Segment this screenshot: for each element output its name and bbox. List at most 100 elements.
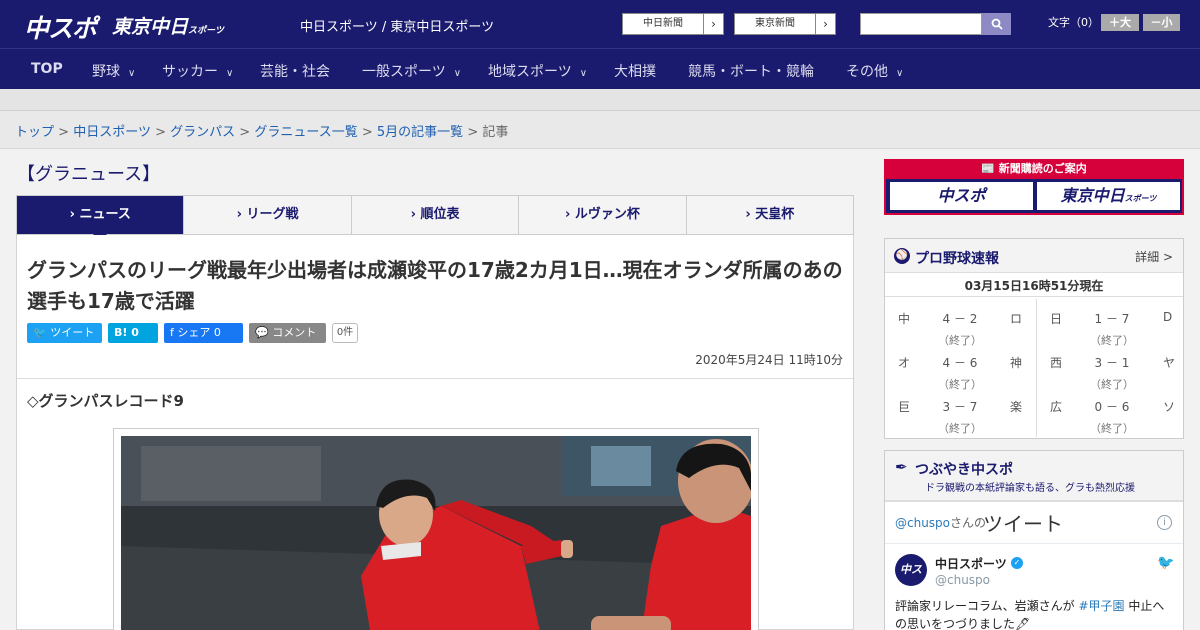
tokyo-shimbun-link[interactable]: 東京新聞 › [734,13,836,35]
home-team: 巨 [898,400,911,414]
breadcrumb-separator: > [239,125,251,140]
comment-icon: 💬 [255,326,273,339]
soccer-players-photo [121,436,751,630]
section-heading: 【グラニュース】 [17,164,161,185]
divider [885,543,1183,544]
breadcrumb-separator: > [467,125,479,140]
chevron-right-icon: › [815,14,835,34]
game-score[interactable]: 4 － 6 [925,354,995,371]
tokyo-chunichi-logo[interactable]: 東京中日スポーツ [112,12,224,39]
nav-item-top[interactable]: TOP [31,61,63,77]
breadcrumb-link[interactable]: 5月の記事一覧 [377,125,463,140]
tab-levain-cup[interactable]: › ルヴァン杯 [518,196,685,234]
chevron-down-icon: ∨ [579,68,588,79]
tweet-text: 評論家リレーコラム、岩瀬さんが #甲子園 中止への思いをつづりました🖋 [895,597,1175,630]
tweet-hashtag[interactable]: #甲子園 [1078,599,1124,613]
game-score[interactable]: 0 － 6 [1077,398,1147,415]
subscription-banner[interactable]: 📰 新聞購読のご案内 中スポ 東京中日スポーツ [884,159,1184,215]
game-score[interactable]: 3 － 1 [1077,354,1147,371]
breadcrumb-link[interactable]: 中日スポーツ [73,125,151,140]
nav-item-baseball[interactable]: 野球 ∨ [92,61,135,81]
subscription-heading: 📰 新聞購読のご案内 [886,159,1182,179]
breadcrumb-link[interactable]: グラニュース一覧 [254,125,357,140]
chevron-right-icon: › [703,14,723,34]
nav-label: 競馬・ボート・競輪 [688,64,814,80]
tokyo-chunichi-subscribe-logo[interactable]: 東京中日スポーツ [1037,182,1180,210]
twitter-handle[interactable]: @chuspoさんの [895,514,986,531]
avatar[interactable]: 中ス [895,554,927,586]
tab-chevron-icon: › [745,207,756,222]
tweet-account-handle[interactable]: @chuspo [935,573,990,587]
article-photo[interactable] [121,436,751,630]
twitter-widget: ✒ つぶやき中スポ ドラ観戦の本紙評論家も語る、グラも熱烈応援 @chuspoさ… [884,450,1184,630]
baseball-score-widget: ⚾ プロ野球速報 詳細 > 03月15日16時51分現在 中 4 － 2 ロ （… [884,238,1184,439]
nav-label: 野球 [92,64,120,80]
breadcrumb-link[interactable]: グランパス [170,125,235,140]
tab-emperors-cup[interactable]: › 天皇杯 [685,196,853,234]
game-status: （終了） [938,378,982,391]
nav-item-racing[interactable]: 競馬・ボート・競輪 [688,61,814,81]
share-label: シェア 0 [177,326,221,339]
nav-item-entertainment[interactable]: 芸能・社会 [260,61,330,81]
nav-label: 一般スポーツ [362,64,446,80]
share-label: ツイート [50,326,95,339]
comment-count: 0件 [332,323,358,343]
article-subhead: ◇グランパスレコード9 [27,392,184,410]
tab-label: ルヴァン杯 [574,207,640,222]
chuspo-subscribe-logo[interactable]: 中スポ [890,182,1033,210]
nav-item-sumo[interactable]: 大相撲 [614,61,656,81]
tab-league[interactable]: › リーグ戦 [183,196,350,234]
nav-item-general-sports[interactable]: 一般スポーツ ∨ [362,61,461,81]
game-score[interactable]: 1 － 7 [1077,310,1147,327]
tab-news[interactable]: › ニュース [17,196,184,241]
breadcrumb-separator: > [58,125,70,140]
hatena-bookmark-button[interactable]: B! 0 [108,323,158,343]
nav-item-soccer[interactable]: サッカー ∨ [162,61,233,81]
paper-link-label: 東京新聞 [755,18,795,29]
nav-item-local-sports[interactable]: 地域スポーツ ∨ [488,61,587,81]
game-score[interactable]: 4 － 2 [925,310,995,327]
facebook-share-button[interactable]: f シェア 0 [164,323,243,343]
tab-chevron-icon: › [410,207,421,222]
tab-label: ニュース [79,207,131,222]
subscribe-logo-text: 東京中日 [1060,186,1125,205]
game-status: （終了） [938,334,982,347]
comment-button[interactable]: 💬 コメント [249,323,326,343]
font-larger-button[interactable]: ＋大 [1101,14,1139,31]
breadcrumb: トップ > 中日スポーツ > グランパス > グラニュース一覧 > 5月の記事一… [15,121,508,140]
game-score[interactable]: 3 － 7 [925,398,995,415]
chunichi-shimbun-link[interactable]: 中日新聞 › [622,13,724,35]
nav-label: TOP [31,61,63,77]
home-team: 広 [1050,400,1063,414]
article-date: 2020年5月24日 11時10分 [695,353,843,367]
breadcrumb-link[interactable]: トップ [15,125,54,140]
main-nav: TOP 野球 ∨ サッカー ∨ 芸能・社会 一般スポーツ ∨ 地域スポーツ ∨ 大相撲 … [0,48,1200,89]
breadcrumb-separator: > [155,125,166,140]
tab-chevron-icon: › [236,207,247,222]
font-smaller-button[interactable]: －小 [1143,14,1180,31]
chuspo-logo[interactable]: 中スポ [24,9,97,45]
widget-title: つぶやき中スポ [915,462,1013,478]
tab-standings[interactable]: › 順位表 [350,196,518,234]
away-team: 神 [1010,356,1023,370]
info-icon[interactable]: i [1157,515,1172,530]
nav-label: 芸能・社会 [260,64,330,80]
home-team: 日 [1050,312,1063,326]
nav-item-other[interactable]: その他 ∨ [846,61,903,81]
section-tabs: › ニュース › リーグ戦 › 順位表 › ルヴァン杯 › 天皇杯 [16,195,854,241]
score-timestamp: 03月15日16時51分現在 [885,275,1183,297]
tweet-button[interactable]: 🐦 ツイート [27,323,102,343]
search-input[interactable] [860,13,982,35]
home-team: 中 [898,312,911,326]
baseball-icon: ⚾ [894,248,910,264]
tweet-account-name[interactable]: 中日スポーツ [935,555,1007,572]
away-team: ソ [1163,400,1176,414]
article-headline: グランパスのリーグ戦最年少出場者は成瀬竣平の17歳2カ月1日…現在オランダ所属の… [27,258,843,313]
tab-label: リーグ戦 [246,207,299,222]
baseball-details-link[interactable]: 詳細 > [1135,248,1173,265]
subscribe-logo-small: スポーツ [1124,194,1157,203]
handle-suffix: さんの [950,516,987,530]
widget-subtitle: ドラ観戦の本紙評論家も語る、グラも熱烈応援 [925,483,1135,494]
search-button[interactable] [982,13,1011,35]
tokyo-logo-small: スポーツ [188,26,224,36]
